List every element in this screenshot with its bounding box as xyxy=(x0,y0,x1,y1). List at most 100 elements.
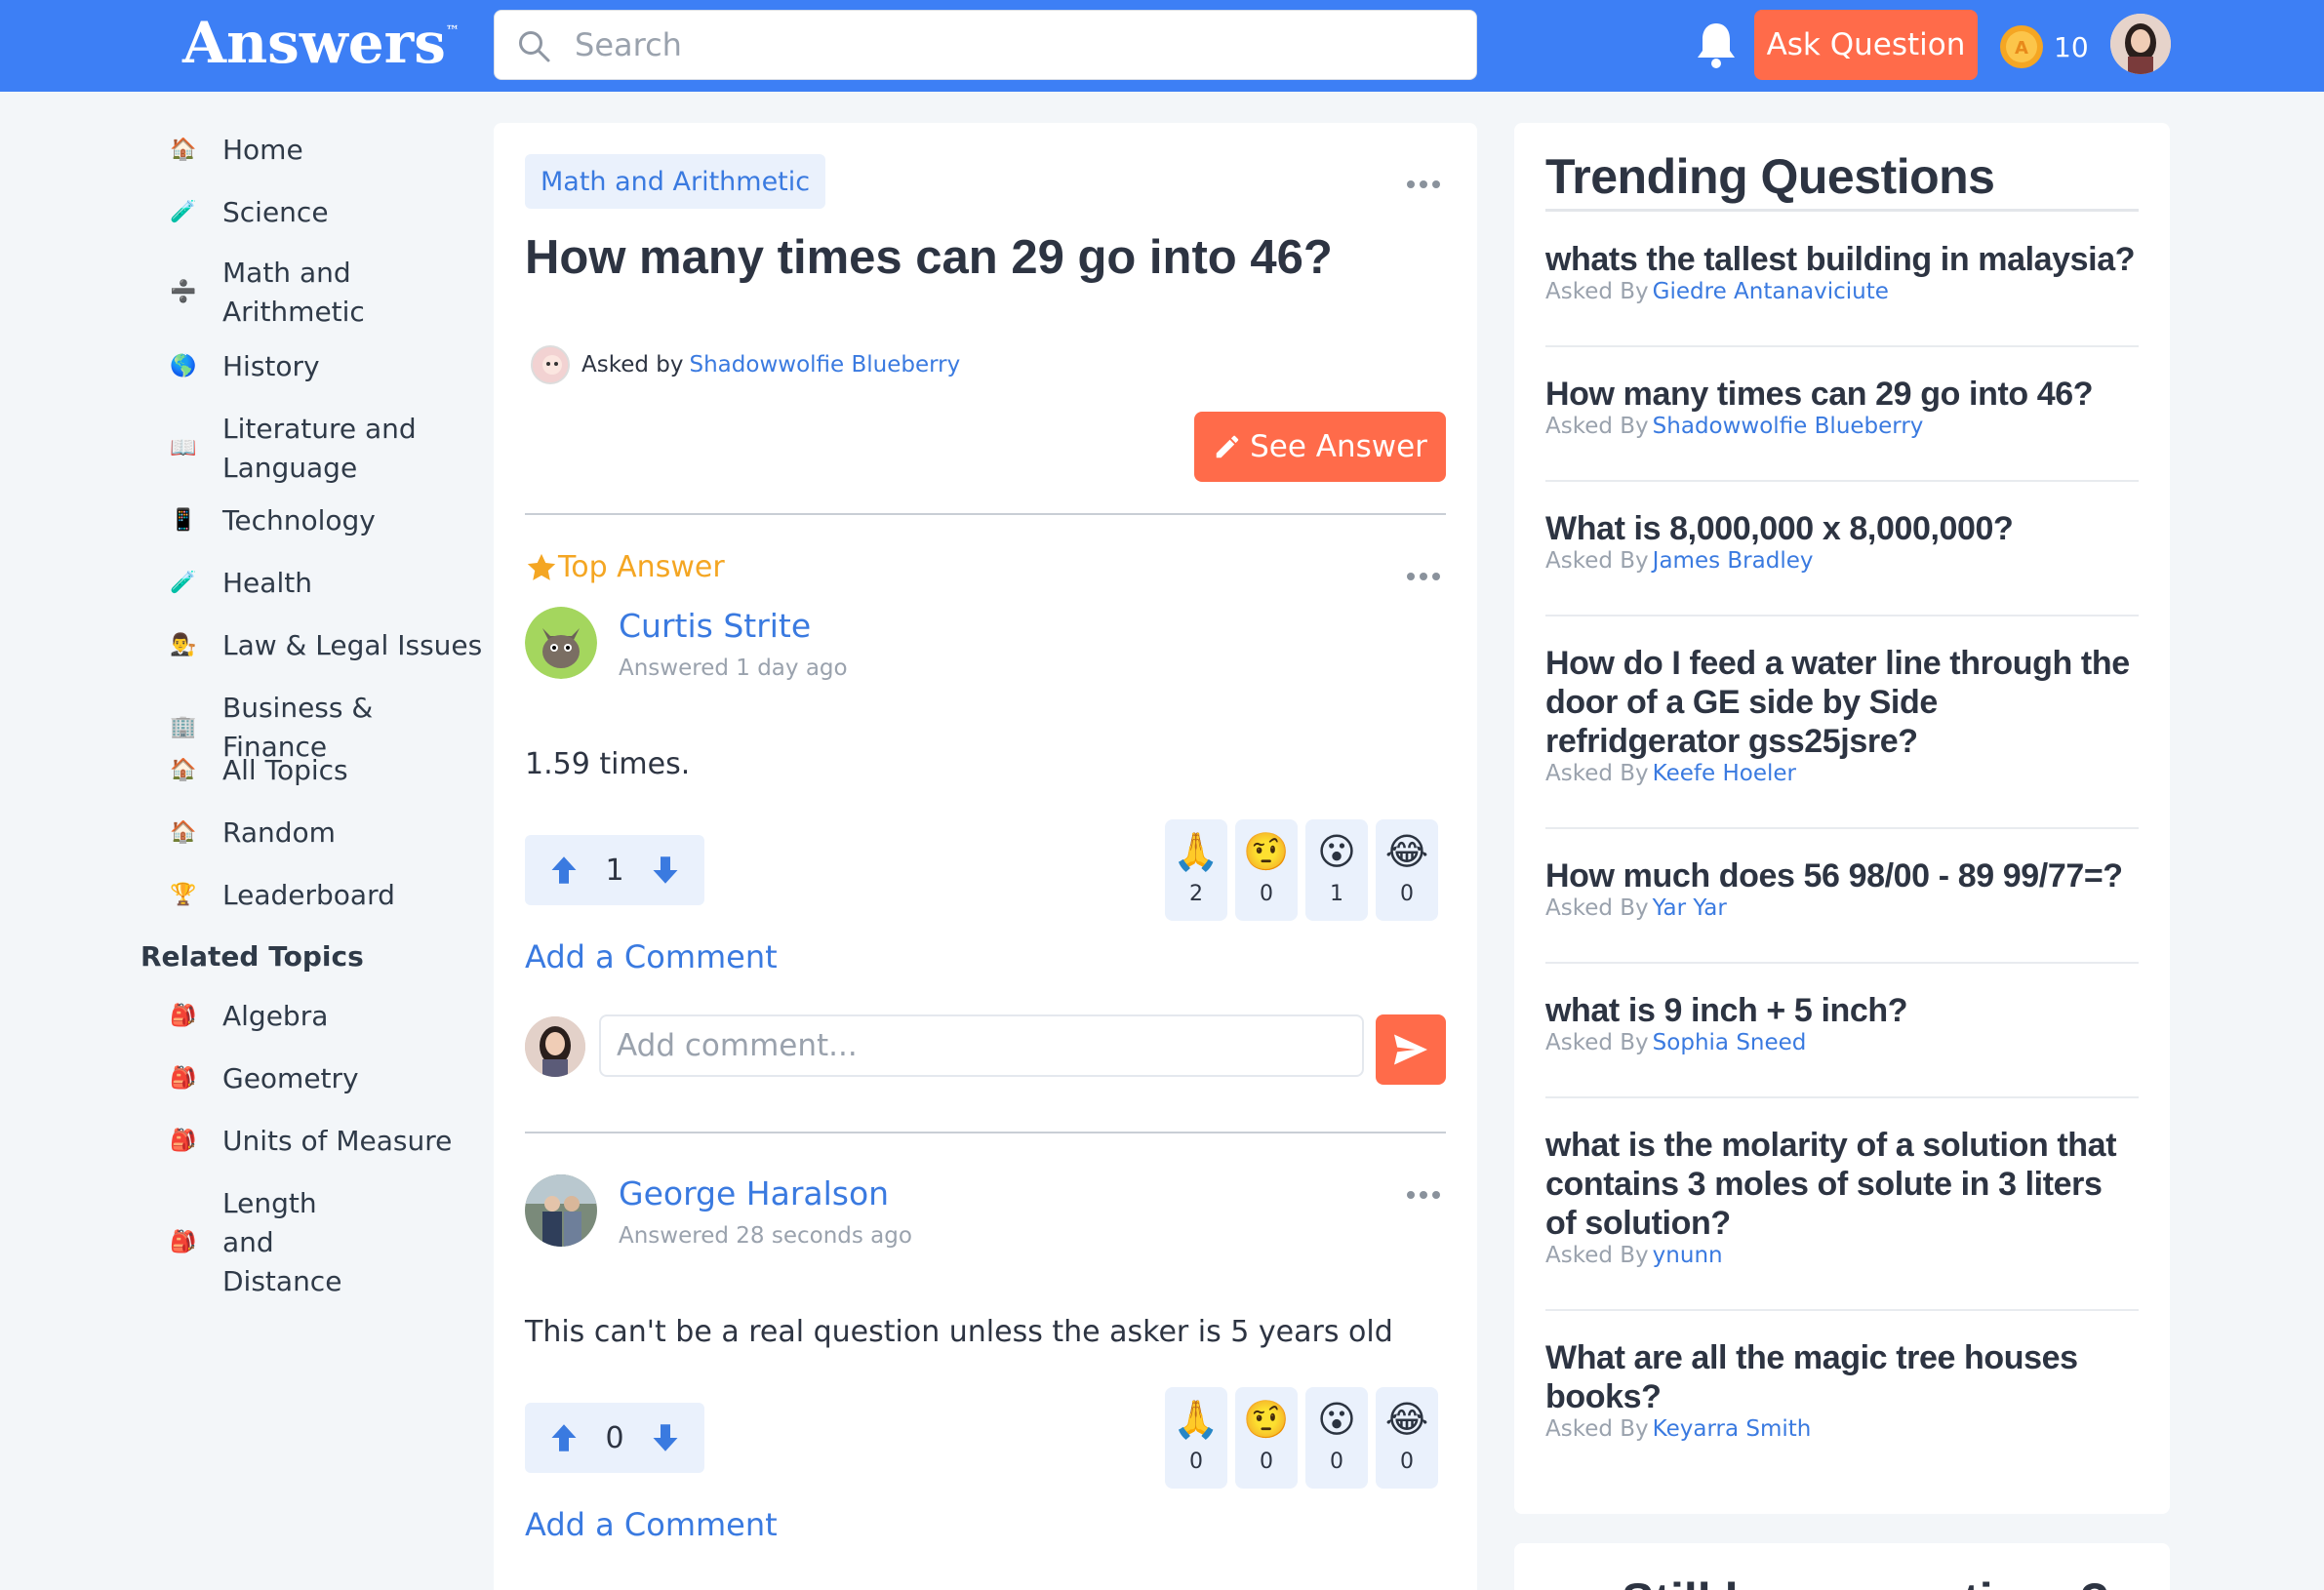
globe-icon: 🌎 xyxy=(170,354,197,378)
related-item-units[interactable]: 🎒 Units of Measure xyxy=(166,1122,486,1161)
trending-item[interactable]: What is 8,000,000 x 8,000,000? Asked By J… xyxy=(1545,509,2139,574)
ask-question-button[interactable]: Ask Question xyxy=(1754,10,1978,80)
upvote-icon[interactable] xyxy=(549,854,579,887)
answered-time: Answered 28 seconds ago xyxy=(619,1223,912,1249)
svg-text:A: A xyxy=(2015,38,2028,59)
coin-count: 10 xyxy=(2054,31,2089,63)
asked-by: Asked by Shadowwolfie Blueberry xyxy=(531,345,960,384)
house-icon: 🏠 xyxy=(170,820,197,845)
reaction-surprised[interactable]: 😮 0 xyxy=(1305,1387,1368,1489)
trending-card: Trending Questions whats the tallest bui… xyxy=(1514,123,2170,1514)
sidebar-item-home[interactable]: 🏠 Home xyxy=(166,131,486,170)
sidebar-item-literature[interactable]: 📖 Literature and Language xyxy=(166,410,418,488)
reaction-laugh[interactable]: 😂 0 xyxy=(1376,1387,1438,1489)
user-avatar[interactable] xyxy=(2110,14,2171,74)
sidebar-item-history[interactable]: 🌎 History xyxy=(166,347,486,386)
sidebar-item-law[interactable]: 👨‍⚖️ Law & Legal Issues xyxy=(166,626,486,665)
sidebar-item-health[interactable]: 🧪 Health xyxy=(166,564,486,603)
sidebar-item-technology[interactable]: 📱 Technology xyxy=(166,501,486,540)
send-comment-button[interactable] xyxy=(1376,1014,1446,1085)
house-icon: 🏠 xyxy=(170,138,197,162)
pencil-icon xyxy=(1216,435,1239,458)
sidebar-item-random[interactable]: 🏠 Random xyxy=(166,814,486,853)
star-icon xyxy=(527,553,556,580)
trending-item[interactable]: whats the tallest building in malaysia? … xyxy=(1545,240,2139,304)
trending-item[interactable]: what is the molarity of a solution that … xyxy=(1545,1126,2139,1268)
sidebar: 🏠 Home 🧪 Science ➗ Math and Arithmetic 🌎 His… xyxy=(0,92,482,1590)
laugh-icon: 😂 xyxy=(1384,1398,1429,1441)
category-tag[interactable]: Math and Arithmetic xyxy=(525,154,826,209)
answered-time: Answered 1 day ago xyxy=(619,656,848,681)
trending-item[interactable]: How do I feed a water line through the d… xyxy=(1545,644,2139,786)
search-box[interactable] xyxy=(494,10,1477,80)
related-item-geometry[interactable]: 🎒 Geometry xyxy=(166,1059,486,1098)
still-have-questions-card: Still have questions? xyxy=(1514,1543,2170,1590)
divide-icon: ➗ xyxy=(170,280,197,304)
divider xyxy=(1545,827,2139,829)
comment-input[interactable] xyxy=(599,1014,1364,1077)
divider xyxy=(525,1132,1446,1133)
judge-icon: 👨‍⚖️ xyxy=(170,633,197,657)
trending-item[interactable]: what is 9 inch + 5 inch? Asked By Sophia … xyxy=(1545,991,2139,1055)
raised-eyebrow-icon: 🤨 xyxy=(1243,1398,1290,1441)
more-options-icon[interactable] xyxy=(1407,174,1446,188)
backpack-icon: 🎒 xyxy=(170,1004,197,1028)
raised-eyebrow-icon: 🤨 xyxy=(1243,830,1290,873)
answerer-name[interactable]: George Haralson xyxy=(619,1174,889,1212)
asker-avatar[interactable] xyxy=(531,345,570,384)
laugh-icon: 😂 xyxy=(1384,830,1429,873)
top-answer-label: Top Answer xyxy=(525,550,725,584)
bell-icon[interactable] xyxy=(1693,20,1740,70)
reaction-skeptical[interactable]: 🤨 0 xyxy=(1235,819,1298,921)
upvote-icon[interactable] xyxy=(549,1421,579,1454)
divider xyxy=(525,513,1446,515)
still-have-questions-title: Still have questions? xyxy=(1622,1572,2109,1590)
more-options-icon[interactable] xyxy=(1407,566,1446,580)
sidebar-item-science[interactable]: 🧪 Science xyxy=(166,193,486,232)
add-comment-link[interactable]: Add a Comment xyxy=(525,938,778,975)
reaction-pray[interactable]: 🙏 0 xyxy=(1165,1387,1227,1489)
trending-item[interactable]: How much does 56 98/00 - 89 99/77=? Aske… xyxy=(1545,856,2139,921)
downvote-icon[interactable] xyxy=(651,854,680,887)
answerer-name[interactable]: Curtis Strite xyxy=(619,607,811,645)
vote-count: 1 xyxy=(605,853,624,888)
vote-box: 1 xyxy=(525,835,704,905)
downvote-icon[interactable] xyxy=(651,1421,680,1454)
backpack-icon: 🎒 xyxy=(170,1129,197,1153)
answer-text: This can't be a real question unless the… xyxy=(525,1315,1393,1349)
trending-item[interactable]: What are all the magic tree houses books… xyxy=(1545,1338,2139,1442)
test-tube-icon: 🧪 xyxy=(170,200,197,224)
related-topics-heading: Related Topics xyxy=(140,940,364,973)
add-comment-link[interactable]: Add a Comment xyxy=(525,1506,778,1543)
sidebar-item-all-topics[interactable]: 🏠 All Topics xyxy=(166,751,486,790)
related-item-algebra[interactable]: 🎒 Algebra xyxy=(166,997,486,1036)
trending-heading: Trending Questions xyxy=(1545,149,1995,204)
divider xyxy=(1545,615,2139,616)
book-icon: 📖 xyxy=(170,436,197,460)
divider xyxy=(1545,1096,2139,1098)
phone-icon: 📱 xyxy=(170,508,197,533)
answerer-avatar[interactable] xyxy=(525,1174,597,1247)
pray-icon: 🙏 xyxy=(1173,1398,1220,1441)
reaction-skeptical[interactable]: 🤨 0 xyxy=(1235,1387,1298,1489)
sidebar-item-leaderboard[interactable]: 🏆 Leaderboard xyxy=(166,876,486,915)
surprised-icon: 😮 xyxy=(1317,830,1356,873)
coin-icon: A xyxy=(2000,25,2043,68)
reaction-surprised[interactable]: 😮 1 xyxy=(1305,819,1368,921)
sidebar-item-math[interactable]: ➗ Math and Arithmetic xyxy=(166,254,369,332)
more-options-icon[interactable] xyxy=(1407,1184,1446,1199)
related-item-length[interactable]: 🎒 Length and Distance xyxy=(166,1184,369,1301)
answerer-avatar[interactable] xyxy=(525,607,597,679)
trending-item[interactable]: How many times can 29 go into 46? Asked … xyxy=(1545,375,2139,439)
search-input[interactable] xyxy=(575,22,1453,67)
reaction-pray[interactable]: 🙏 2 xyxy=(1165,819,1227,921)
see-answer-button[interactable]: See Answer xyxy=(1194,412,1446,482)
divider xyxy=(1545,345,2139,347)
trophy-icon: 🏆 xyxy=(170,883,197,907)
question-card: Math and Arithmetic How many times can 2… xyxy=(494,123,1477,1590)
current-user-avatar xyxy=(525,1016,585,1077)
building-icon: 🏢 xyxy=(170,715,197,739)
reaction-laugh[interactable]: 😂 0 xyxy=(1376,819,1438,921)
asker-link[interactable]: Shadowwolfie Blueberry xyxy=(690,352,961,378)
logo[interactable]: Answers™ xyxy=(182,10,460,76)
